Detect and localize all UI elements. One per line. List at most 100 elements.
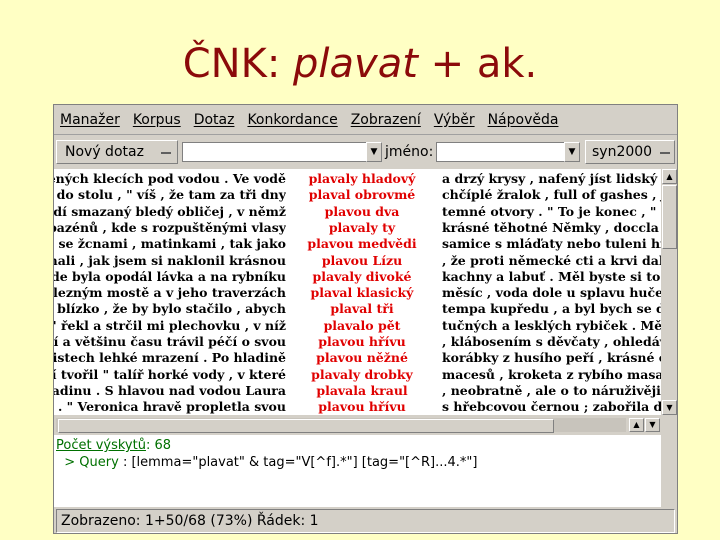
concordance-row[interactable]: eslíví a většinu času trávil péčí o svou…: [54, 334, 661, 351]
left-context-text: ení tvořil " talíř horké vody , v které: [54, 366, 286, 382]
menu-dotaz[interactable]: Dotaz: [194, 112, 235, 128]
left-context: poznali , jak jsem si naklonil krásnou: [54, 253, 286, 270]
title-italic: plavat: [293, 41, 418, 87]
left-context-text: ěvěných klecích pod vodou . Ve vodě: [54, 171, 286, 186]
query-dropdown-arrow-icon[interactable]: ▼: [366, 142, 382, 162]
concordance-row[interactable]: tak blízko , že by bylo stačilo , abych p…: [54, 301, 661, 318]
keyword-match[interactable]: plavou medvědi: [292, 236, 432, 253]
keyword-match[interactable]: plavou něžné: [292, 350, 432, 367]
app-window: Manažer Korpus Dotaz Konkordance Zobraze…: [53, 104, 678, 534]
concordance-row[interactable]: a železným mostě a v jeho traverzách plav…: [54, 285, 661, 302]
keyword-match[interactable]: plavaly ty: [292, 220, 432, 237]
scroll-up-icon[interactable]: ▲: [629, 418, 644, 432]
left-context-text: na pristech lehké mrazení . Po hladině: [54, 350, 286, 366]
left-context: na pristech lehké mrazení . Po hladině: [54, 350, 286, 367]
new-query-button[interactable]: Nový dotaz: [56, 140, 178, 164]
right-context: samice s mláďaty nebo tuleni hnco: [442, 236, 661, 252]
left-context: p vidí smazaný bledý obličej , v němž: [54, 204, 286, 221]
keyword-match[interactable]: plavala kraul: [292, 383, 432, 400]
concordance-vscroll[interactable]: ▲ ▼: [662, 169, 677, 415]
concordance-row[interactable]: na pristech lehké mrazení . Po hladině pl…: [54, 350, 661, 367]
concordance-row[interactable]: avali se žcnami , matinkami , tak jako pl…: [54, 236, 661, 253]
count-label: Počet výskytů: [56, 438, 146, 453]
title-prefix: ČNK:: [182, 41, 294, 87]
menu-vyber[interactable]: Výběr: [434, 112, 475, 128]
dash-icon: [660, 152, 670, 154]
right-context: s hřebcovou černou ; zabořila do mi: [442, 399, 661, 415]
right-context: , neobratně , ale o to náruživěji a s: [442, 382, 661, 398]
title-suffix: + ak.: [417, 41, 538, 87]
menu-zobrazeni[interactable]: Zobrazení: [351, 112, 421, 128]
concordance-hscroll[interactable]: ▲ ▼: [54, 417, 677, 433]
concordance-pane[interactable]: ěvěných klecích pod vodou . Ve vodě plava…: [54, 169, 661, 415]
hscroll-thumb[interactable]: [58, 419, 554, 433]
right-context: , že proti německé cti a krvi dala pi: [442, 252, 661, 268]
keyword-match[interactable]: plaval obrovmé: [292, 187, 432, 204]
left-context-text: p vidí smazaný bledý obličej , v němž: [54, 203, 286, 219]
name-dropdown-arrow-icon[interactable]: ▼: [564, 142, 580, 162]
corpus-button[interactable]: syn2000: [585, 140, 675, 164]
left-context-text: tak blízko , že by bylo stačilo , abych: [54, 301, 286, 317]
query-text: : [lemma="plavat" & tag="V[^f].*"] [tag=…: [122, 455, 478, 470]
left-context: eslíví a většinu času trávil péčí o svou: [54, 334, 286, 351]
keyword-match[interactable]: plavou hřívu: [292, 334, 432, 351]
concordance-row[interactable]: lední do stolu , " víš , že tam za tři d…: [54, 187, 661, 204]
query-input[interactable]: [182, 142, 366, 162]
concordance-row[interactable]: vali bazénů , kde s rozpuštěnými vlasy pl…: [54, 220, 661, 237]
concordance-row[interactable]: a " řekl a strčil mi plechovku , v níž pl…: [54, 318, 661, 335]
keyword-match[interactable]: plavaly hladový: [292, 171, 432, 188]
right-context: krásné těhotné Němky , doccla nat: [442, 219, 661, 235]
left-context: u hladinu . S hlavou nad vodou Laura: [54, 383, 286, 400]
query-log-pane: Počet výskytů: 68 > Query : [lemma="plav…: [54, 435, 661, 507]
menu-korpus[interactable]: Korpus: [133, 112, 181, 128]
left-context: vali bazénů , kde s rozpuštěnými vlasy: [54, 220, 286, 237]
left-context-text: eslíví a většinu času trávil péčí o svou: [54, 334, 286, 349]
dash-icon: [161, 152, 171, 154]
keyword-match[interactable]: plavou hřívu: [292, 399, 432, 415]
left-context-text: a železným mostě a v jeho traverzách: [54, 285, 286, 301]
right-context: temné otvory . " To je konec , " sly: [442, 203, 661, 219]
concordance-row[interactable]: ěvěných klecích pod vodou . Ve vodě plava…: [54, 171, 661, 188]
status-bar: Zobrazeno: 1+50/68 (73%) Řádek: 1: [56, 509, 675, 533]
left-context: a " řekl a strčil mi plechovku , v níž: [54, 318, 286, 335]
left-context-text: uhy . " Veronica hravě propletla svou: [54, 399, 286, 415]
log-vscroll[interactable]: [662, 435, 677, 507]
slide-title: ČNK: plavat + ak.: [0, 34, 720, 94]
corpus-label: syn2000: [592, 144, 653, 160]
concordance-row[interactable]: poznali , jak jsem si naklonil krásnou pl…: [54, 253, 661, 270]
keyword-match[interactable]: plavaly divoké: [292, 269, 432, 286]
keyword-match[interactable]: plavou dva: [292, 204, 432, 221]
left-context-text: u hladinu . S hlavou nad vodou Laura: [54, 382, 286, 398]
vscroll-thumb[interactable]: [662, 185, 677, 249]
occurrence-count: Počet výskytů: 68: [56, 437, 661, 454]
left-context: ěvěných klecích pod vodou . Ve vodě: [54, 171, 286, 188]
keyword-match[interactable]: plaval klasický: [292, 285, 432, 302]
scroll-down-icon[interactable]: ▼: [645, 418, 660, 432]
keyword-match[interactable]: plavalo pět: [292, 318, 432, 335]
concordance-row[interactable]: uhy . " Veronica hravě propletla svou pla…: [54, 399, 661, 415]
left-context: a železným mostě a v jeho traverzách: [54, 285, 286, 302]
right-context: tempa kupředu , a byl bych se dotýl: [442, 301, 661, 317]
name-input[interactable]: [436, 142, 564, 162]
menu-konkordance[interactable]: Konkordance: [247, 112, 337, 128]
left-context: lední do stolu , " víš , že tam za tři d…: [54, 187, 286, 204]
concordance-row[interactable]: u hladinu . S hlavou nad vodou Laura plav…: [54, 383, 661, 400]
right-context: macesů , kroketa z rybího masa , al: [442, 366, 661, 382]
right-context: měsíc , voda dole u splavu hučela a: [442, 285, 661, 301]
hscroll-trough[interactable]: [56, 418, 626, 433]
menubar: Manažer Korpus Dotaz Konkordance Zobraze…: [54, 105, 677, 135]
right-context: kachny a labuť . Měl byste si to par: [442, 268, 661, 284]
right-context: korábky z husího peří , krásné cize: [442, 350, 661, 366]
concordance-row[interactable]: a , kde byla opodál lávka a na rybníku pl…: [54, 269, 661, 286]
keyword-match[interactable]: plavaly drobky: [292, 367, 432, 384]
keyword-match[interactable]: plavou Lízu: [292, 253, 432, 270]
left-context-text: poznali , jak jsem si naklonil krásnou: [54, 252, 286, 268]
left-context-text: vali bazénů , kde s rozpuštěnými vlasy: [54, 219, 286, 235]
scroll-up-icon[interactable]: ▲: [662, 169, 677, 184]
concordance-row[interactable]: ení tvořil " talíř horké vody , v které p…: [54, 367, 661, 384]
scroll-down-icon[interactable]: ▼: [662, 400, 677, 415]
concordance-row[interactable]: p vidí smazaný bledý obličej , v němž pla…: [54, 204, 661, 221]
menu-napoveda[interactable]: Nápověda: [488, 112, 559, 128]
keyword-match[interactable]: plaval tři: [292, 301, 432, 318]
menu-manazer[interactable]: Manažer: [60, 112, 120, 128]
